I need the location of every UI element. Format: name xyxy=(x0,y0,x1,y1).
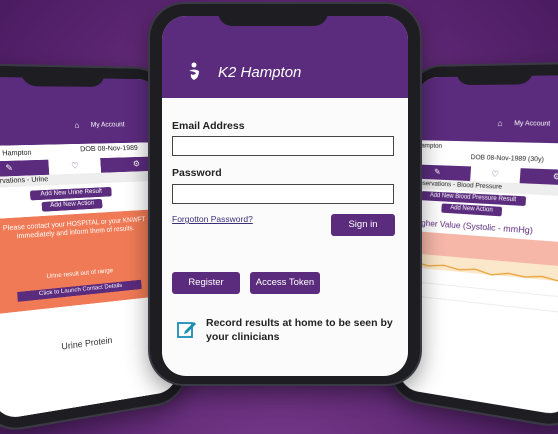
grid-line xyxy=(407,295,558,313)
patient-name: TEST, Hampton xyxy=(0,149,32,158)
patient-dob: DOB 08-Nov-1989 (30y) xyxy=(470,153,545,164)
register-button[interactable]: Register xyxy=(172,272,240,294)
access-token-button[interactable]: Access Token xyxy=(250,272,320,294)
right-notch xyxy=(455,64,535,86)
home-icon[interactable]: ⌂ xyxy=(497,119,503,129)
sign-in-button[interactable]: Sign in xyxy=(331,214,395,236)
center-notch xyxy=(218,4,328,26)
edit-record-icon xyxy=(177,322,196,338)
account-link[interactable]: My Account xyxy=(514,120,551,128)
alert-box: Please contact your HOSPITAL or your KNW… xyxy=(0,209,162,315)
right-header xyxy=(413,74,558,144)
grid-line xyxy=(408,281,558,298)
center-phone: K2 Hampton Email Address Password Forgot… xyxy=(150,4,420,384)
password-label: Password xyxy=(172,167,222,179)
patient-name: Hampton xyxy=(416,142,443,150)
launch-contact-button[interactable]: Click to Launch Contact Details xyxy=(17,279,142,302)
home-icon[interactable]: ⌂ xyxy=(74,121,80,131)
right-screen: ⌂ My Account Hampton DOB 08-Nov-1989 (30… xyxy=(397,74,558,417)
add-action-button[interactable]: Add New Action xyxy=(441,203,503,217)
footer-text: Record results at home to be seen by you… xyxy=(206,317,393,343)
email-label: Email Address xyxy=(172,120,245,132)
urine-protein-heading: Urine Protein xyxy=(61,334,113,352)
left-notch xyxy=(20,66,106,87)
email-field[interactable] xyxy=(172,136,394,156)
patient-dob: DOB 08-Nov-1989 xyxy=(79,144,138,154)
app-header: K2 Hampton xyxy=(162,16,408,98)
k2-logo-icon xyxy=(189,62,199,80)
account-link[interactable]: My Account xyxy=(91,121,125,129)
alert-text: Please contact your HOSPITAL or your KNW… xyxy=(2,216,146,241)
left-header xyxy=(0,76,163,147)
app-title: K2 Hampton xyxy=(218,64,302,81)
password-field[interactable] xyxy=(172,184,394,204)
bp-chart xyxy=(406,230,558,331)
add-action-button[interactable]: Add New Action xyxy=(41,198,103,212)
center-screen: K2 Hampton Email Address Password Forgot… xyxy=(162,16,408,376)
forgot-password-link[interactable]: Forgotton Password? xyxy=(172,214,253,224)
